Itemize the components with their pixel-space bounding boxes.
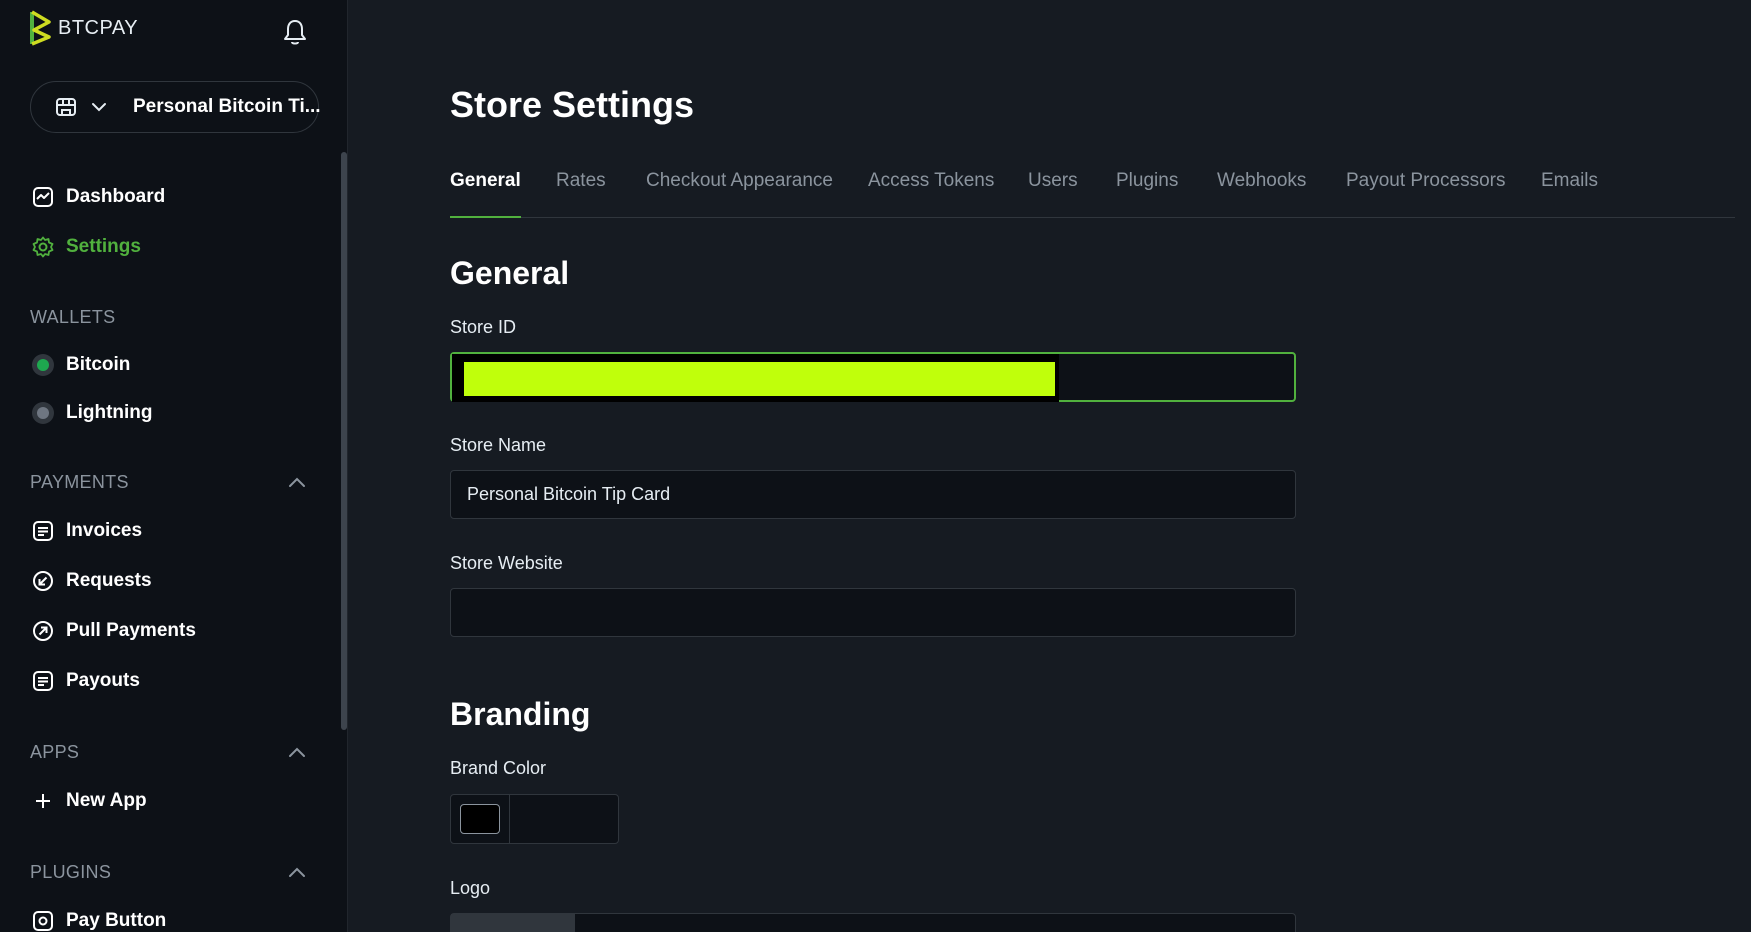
payout-icon <box>33 671 53 691</box>
chevron-down-icon <box>92 103 106 112</box>
store-id-label: Store ID <box>450 317 517 337</box>
section-title-wallets: WALLETS <box>30 307 116 327</box>
sidebar-item-pay-button[interactable]: Pay Button <box>32 910 166 932</box>
redaction-highlight <box>464 362 1055 396</box>
brand-color-swatch <box>460 804 500 834</box>
section-heading-branding: Branding <box>450 696 591 732</box>
section-title-apps: APPS <box>30 742 80 762</box>
sidebar-scrollbar[interactable] <box>341 152 347 730</box>
sidebar-item-label: Invoices <box>66 520 143 541</box>
sidebar-item-label: Payouts <box>66 670 140 691</box>
chevron-up-icon[interactable] <box>288 476 306 488</box>
brand-color-input[interactable] <box>509 794 619 844</box>
gear-icon <box>32 236 54 258</box>
main-content: Store Settings General Rates Checkout Ap… <box>348 0 1751 932</box>
redacted-store-id <box>452 354 1059 402</box>
tab-emails[interactable]: Emails <box>1541 170 1598 218</box>
store-name-label: Store Name <box>450 435 547 455</box>
btcpay-logo[interactable]: BTCPAY <box>30 10 138 46</box>
logo-file-input[interactable] <box>450 913 1296 932</box>
logo-text: BTCPAY <box>58 16 139 39</box>
chevron-up-icon[interactable] <box>288 866 306 878</box>
tab-users[interactable]: Users <box>1028 170 1078 218</box>
chevron-up-icon[interactable] <box>288 746 306 758</box>
sidebar-item-bitcoin[interactable]: Bitcoin <box>32 354 130 376</box>
sidebar-item-payouts[interactable]: Payouts <box>32 670 140 692</box>
sidebar-item-label: Lightning <box>66 402 153 423</box>
tab-webhooks[interactable]: Webhooks <box>1217 170 1306 218</box>
page-title: Store Settings <box>450 84 695 125</box>
sidebar-item-lightning[interactable]: Lightning <box>32 402 153 424</box>
sidebar-item-label: Requests <box>66 570 152 591</box>
tab-payout-processors[interactable]: Payout Processors <box>1346 170 1505 218</box>
sidebar-item-label: Pull Payments <box>66 620 196 641</box>
logo-label: Logo <box>450 878 491 898</box>
notification-bell-icon[interactable] <box>282 18 308 46</box>
pull-payment-icon <box>33 621 53 641</box>
pay-button-icon <box>33 911 53 931</box>
plus-icon <box>36 794 50 808</box>
brand-color-picker[interactable] <box>450 794 510 844</box>
store-icon <box>56 98 76 116</box>
store-selector[interactable]: Personal Bitcoin Ti... <box>30 81 321 133</box>
tab-checkout-appearance[interactable]: Checkout Appearance <box>646 170 833 218</box>
sidebar-item-label: Pay Button <box>66 910 167 931</box>
sidebar-item-pull-payments[interactable]: Pull Payments <box>32 620 196 642</box>
status-dot-icon <box>32 354 54 376</box>
status-dot-icon <box>32 402 54 424</box>
sidebar: BTCPAY Personal Bitcoin Ti... Dashboard <box>0 0 348 932</box>
section-title-plugins: PLUGINS <box>30 862 112 882</box>
sidebar-item-settings[interactable]: Settings <box>32 236 141 258</box>
sidebar-item-requests[interactable]: Requests <box>32 570 152 592</box>
sidebar-item-dashboard[interactable]: Dashboard <box>32 186 165 208</box>
invoice-icon <box>33 521 53 541</box>
section-heading-general: General <box>450 255 570 291</box>
tab-rates[interactable]: Rates <box>556 170 606 218</box>
request-icon <box>33 571 53 591</box>
settings-tabs: General Rates Checkout Appearance Access… <box>450 170 1735 218</box>
store-website-input[interactable] <box>450 588 1296 637</box>
sidebar-item-invoices[interactable]: Invoices <box>32 520 142 542</box>
btcpay-logo-icon <box>30 10 51 46</box>
choose-file-button[interactable] <box>451 914 575 932</box>
brand-color-label: Brand Color <box>450 758 547 778</box>
sidebar-item-label: Dashboard <box>66 186 166 207</box>
sidebar-item-label: Settings <box>66 236 141 257</box>
store-website-label: Store Website <box>450 553 563 573</box>
sidebar-item-label: New App <box>66 790 147 811</box>
tab-access-tokens[interactable]: Access Tokens <box>868 170 994 218</box>
store-selector-label: Personal Bitcoin Ti... <box>133 96 321 117</box>
app-root: BTCPAY Personal Bitcoin Ti... Dashboard <box>0 0 1751 932</box>
dashboard-icon <box>33 187 53 207</box>
tab-plugins[interactable]: Plugins <box>1116 170 1178 218</box>
store-name-input[interactable] <box>450 470 1296 519</box>
sidebar-item-new-app[interactable]: New App <box>32 790 147 812</box>
sidebar-item-label: Bitcoin <box>66 354 131 375</box>
section-title-payments: PAYMENTS <box>30 472 129 492</box>
tab-general[interactable]: General <box>450 170 521 218</box>
